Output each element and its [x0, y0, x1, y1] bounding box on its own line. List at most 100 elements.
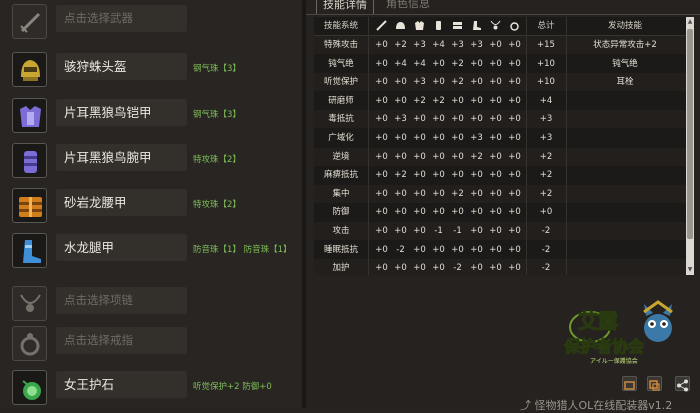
- activated-skill: 钝气绝: [612, 58, 638, 69]
- skill-total: +10: [537, 58, 555, 69]
- head-slot[interactable]: [12, 52, 47, 87]
- share-icon: [677, 379, 688, 392]
- skill-value: +3: [394, 114, 407, 125]
- equipment-row-head[interactable]: 骇狩蛛头盔 钢气珠【3】: [0, 48, 302, 92]
- skill-name: 麻痹抵抗: [323, 170, 358, 181]
- copy-button[interactable]: [647, 376, 662, 391]
- skill-value: +0: [413, 133, 426, 143]
- skill-value: +0: [508, 77, 521, 88]
- skill-value: +0: [375, 95, 388, 106]
- skill-total: -2: [541, 244, 551, 255]
- charm-name[interactable]: 女王护石: [56, 371, 187, 398]
- ring-slot[interactable]: [12, 326, 47, 361]
- head-name[interactable]: 骇狩蛛头盔: [56, 53, 187, 80]
- skill-name: 加护: [332, 263, 350, 274]
- weapon-slot[interactable]: [12, 4, 47, 39]
- skill-row: 加护 +0 +0 +0 +0 -2 +0 +0 +0 -2: [314, 259, 686, 275]
- equipment-row-arms[interactable]: 片耳黑狼鸟腕甲 特攻珠【2】: [0, 139, 302, 183]
- waist-armor-icon: [19, 197, 42, 217]
- skill-value: +0: [375, 58, 388, 69]
- skill-value: +0: [508, 188, 521, 199]
- skill-value: +0: [394, 151, 407, 162]
- legs-slot[interactable]: [12, 233, 47, 268]
- skill-value: +0: [375, 77, 388, 88]
- waist-name[interactable]: 砂岩龙腰甲: [56, 189, 187, 216]
- skill-value: +0: [470, 207, 483, 218]
- skill-value: +0: [451, 207, 464, 218]
- scroll-down-arrow[interactable]: ▼: [686, 265, 694, 275]
- skill-value: +0: [432, 133, 445, 143]
- equipment-row-charm[interactable]: 女王护石 听觉保护+2 防御+0: [0, 366, 302, 410]
- scroll-up-arrow[interactable]: ▲: [686, 17, 694, 27]
- tab-character-info[interactable]: 角色信息: [386, 0, 430, 12]
- skill-value: +0: [470, 263, 483, 274]
- chest-slot[interactable]: [12, 98, 47, 133]
- skill-value: +0: [489, 40, 502, 50]
- tab-skill-details[interactable]: 技能详情: [316, 0, 374, 14]
- skill-value: +0: [489, 226, 502, 236]
- skill-value: +0: [470, 188, 483, 199]
- head-icon: [396, 22, 405, 29]
- skill-value: +0: [432, 151, 445, 162]
- skill-name: 睡眠抵抗: [323, 244, 358, 255]
- skill-value: +0: [413, 170, 426, 181]
- skill-value: +0: [489, 151, 502, 162]
- skill-value: +0: [413, 151, 426, 162]
- chest-name[interactable]: 片耳黑狼鸟铠甲: [56, 99, 187, 126]
- column-divider: [526, 17, 527, 275]
- skill-value: +0: [489, 207, 502, 218]
- necklace-slot[interactable]: [12, 286, 47, 321]
- skill-value: +0: [413, 114, 426, 125]
- skill-value: +0: [508, 226, 521, 236]
- skill-value: +4: [432, 40, 445, 50]
- equipment-row-weapon[interactable]: 点击选择武器: [0, 0, 302, 44]
- skill-value: +0: [432, 244, 445, 255]
- skill-total: +10: [537, 77, 555, 88]
- skill-value: +0: [432, 170, 445, 181]
- waist-slot[interactable]: [12, 188, 47, 223]
- equipment-row-ring[interactable]: 点击选择戒指: [0, 322, 302, 366]
- skill-table-scrollbar[interactable]: ▲ ▼: [686, 17, 694, 275]
- skill-value: +0: [470, 114, 483, 125]
- arrow-icon: ⤴: [520, 399, 535, 412]
- skill-value: +0: [489, 58, 502, 69]
- share-button[interactable]: [675, 376, 690, 392]
- footer-version: ⤴ 怪物猎人OL在线配装器v1.2: [520, 397, 672, 413]
- scroll-thumb[interactable]: [687, 29, 693, 239]
- arms-icon: [436, 21, 441, 30]
- arms-slot[interactable]: [12, 143, 47, 178]
- save-image-button[interactable]: [622, 376, 637, 391]
- waist-icon: [453, 22, 462, 29]
- arms-name[interactable]: 片耳黑狼鸟腕甲: [56, 144, 187, 171]
- skill-value: +0: [489, 263, 502, 274]
- skill-name: 钝气绝: [328, 58, 354, 69]
- skill-value: +0: [470, 226, 483, 236]
- skill-row: 逆境 +0 +0 +0 +0 +0 +2 +0 +0 +2: [314, 147, 686, 166]
- equipment-row-necklace[interactable]: 点击选择项链: [0, 282, 302, 326]
- skill-value: -1: [453, 226, 462, 236]
- skill-total: +15: [537, 40, 555, 50]
- skill-value: +0: [489, 188, 502, 199]
- skill-value: +0: [470, 77, 483, 88]
- skill-value: +4: [394, 58, 407, 69]
- ring-name[interactable]: 点击选择戒指: [56, 327, 187, 354]
- skill-value: +0: [375, 188, 388, 199]
- skill-value: +0: [508, 207, 521, 218]
- skill-value: +0: [489, 170, 502, 181]
- skill-value: +0: [413, 207, 426, 218]
- skill-name: 研磨师: [328, 95, 354, 106]
- weapon-name[interactable]: 点击选择武器: [56, 5, 187, 32]
- charm-slot[interactable]: [12, 370, 47, 405]
- skill-value: +0: [375, 170, 388, 181]
- equipment-row-waist[interactable]: 砂岩龙腰甲 特攻珠【2】: [0, 184, 302, 228]
- skill-value: +0: [413, 263, 426, 274]
- equipment-row-chest[interactable]: 片耳黑狼鸟铠甲 钢气珠【3】: [0, 94, 302, 138]
- skill-value: +3: [451, 40, 464, 50]
- skill-value: +2: [394, 40, 407, 50]
- ring-icon: [20, 333, 40, 356]
- necklace-name[interactable]: 点击选择项链: [56, 287, 187, 314]
- skill-value: +0: [489, 95, 502, 106]
- equipment-row-legs[interactable]: 水龙腿甲 防音珠【1】 防音珠【1】: [0, 229, 302, 273]
- gauntlet-icon: [24, 151, 37, 173]
- legs-name[interactable]: 水龙腿甲: [56, 234, 187, 261]
